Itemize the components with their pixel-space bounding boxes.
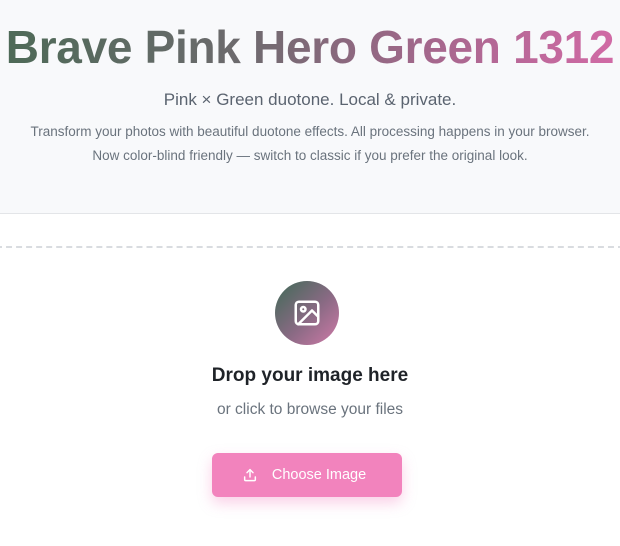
page-subtitle: Pink × Green duotone. Local & private.: [163, 90, 457, 109]
dropzone-subtitle[interactable]: or click to browse your files: [0, 399, 620, 421]
upload-icon: [242, 467, 258, 483]
image-icon: [275, 281, 339, 345]
page-title: Brave Pink Hero Green 1312: [0, 18, 620, 76]
header: Brave Pink Hero Green 1312 Pink × Green …: [0, 0, 620, 214]
dropzone-title: Drop your image here: [211, 365, 409, 386]
choose-image-label: Choose Image: [271, 467, 367, 483]
description-line-2: Now color-blind friendly — switch to cla…: [92, 148, 528, 163]
description-line-1: Transform your photos with beautiful duo…: [30, 124, 590, 139]
choose-image-button[interactable]: Choose Image: [212, 453, 402, 497]
